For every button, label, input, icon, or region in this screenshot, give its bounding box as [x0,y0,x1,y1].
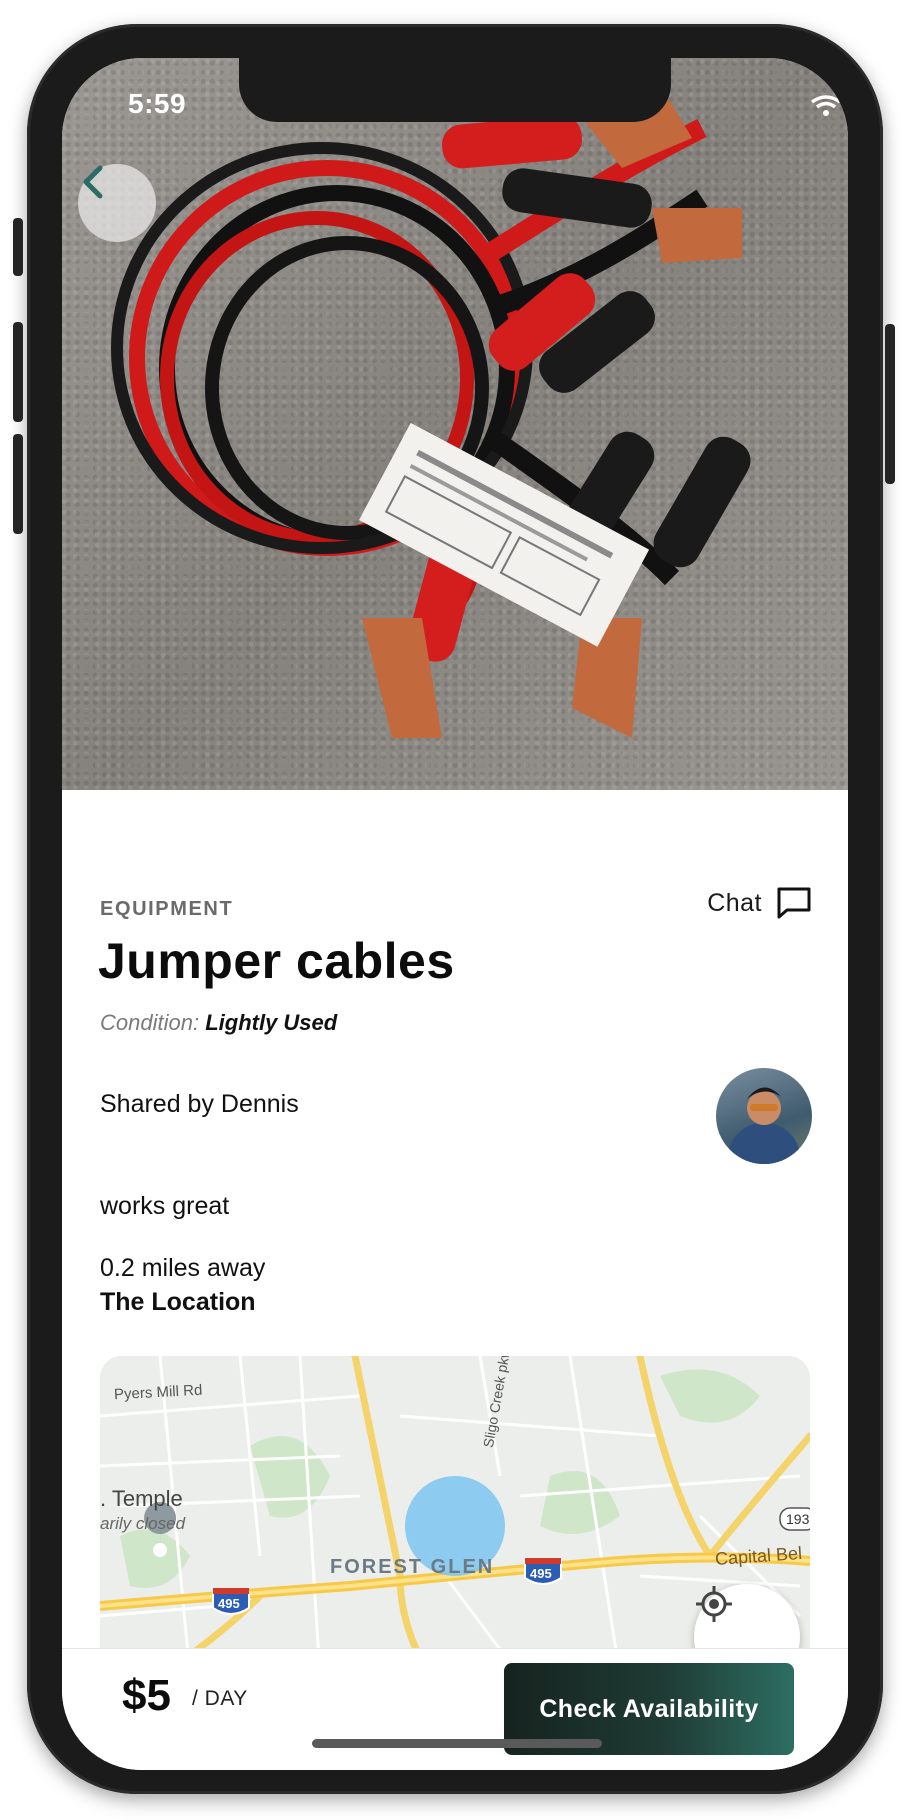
device-notch [239,58,671,122]
map-label-temple: . Temple [100,1486,183,1511]
condition-label: Condition: [100,1010,200,1035]
price-unit: / DAY [192,1687,248,1710]
volume-down-button [13,434,23,534]
condition-value: Lightly Used [205,1010,338,1035]
map-label-route: 495 [530,1566,552,1581]
back-button[interactable] [78,164,156,242]
owner-avatar[interactable] [716,1068,812,1164]
crosshair-icon [696,1586,732,1622]
avatar-portrait [732,1087,796,1164]
map-label-route: 495 [218,1596,240,1611]
mute-switch [13,218,23,276]
item-photo: 5:59 [62,58,848,790]
item-category: EQUIPMENT [100,898,234,920]
home-indicator [312,1739,602,1748]
item-condition: Condition: Lightly Used [100,1010,337,1036]
item-description: works great [100,1192,230,1220]
location-map[interactable]: Pyers Mill Rd Sligo Creek pkwy . Temple … [100,1356,810,1676]
booking-bar: $5 / DAY Check Availability [62,1648,848,1770]
map-label-route: 193 [786,1511,810,1527]
app-screen: 5:59 EQUIPMENT Chat Jumper cables Condit… [62,58,848,1770]
power-button [885,324,895,484]
price: $5 [122,1671,171,1720]
item-details: EQUIPMENT Chat Jumper cables Condition: … [62,790,848,1770]
map-label-temple-status: arily closed [100,1514,186,1533]
item-title: Jumper cables [98,933,455,989]
volume-up-button [13,322,23,422]
shared-by: Shared by Dennis [100,1090,299,1118]
wifi-icon [810,95,842,116]
location-heading: The Location [100,1288,256,1316]
chevron-left-icon [83,165,103,199]
chat-bubble-icon [777,887,811,919]
jumper-cables-illustration [111,88,751,738]
item-distance: 0.2 miles away [100,1254,266,1282]
chat-label: Chat [707,888,762,917]
map-label-neighborhood: FOREST GLEN [330,1556,495,1578]
status-time: 5:59 [128,88,187,119]
chat-button[interactable]: Chat [707,886,812,920]
